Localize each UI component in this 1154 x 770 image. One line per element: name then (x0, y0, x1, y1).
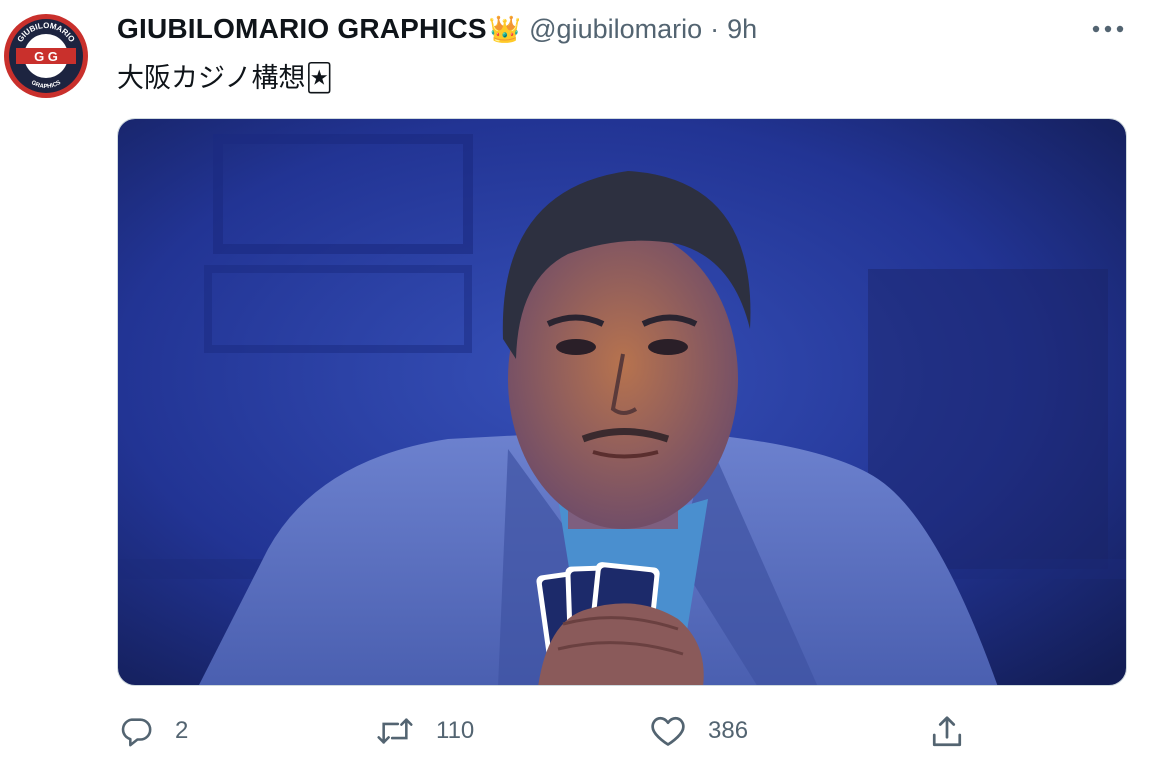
giubilomario-logo: GIUBILOMARIO G G GRAPHICS (2, 12, 90, 100)
tweet-image[interactable] (117, 118, 1127, 686)
user-handle[interactable]: @giubilomario (529, 14, 702, 45)
reply-button[interactable]: 2 (119, 714, 188, 748)
tweet-text: 大阪カジノ構想🃏 (117, 63, 334, 94)
heart-icon (651, 716, 685, 746)
like-button[interactable]: 386 (650, 714, 748, 748)
timestamp[interactable]: 9h (727, 14, 757, 45)
like-count: 386 (708, 717, 749, 744)
poker-player-image (118, 119, 1126, 685)
retweet-button[interactable]: 110 (376, 714, 474, 748)
separator-dot: · (710, 13, 720, 44)
reply-count: 2 (175, 717, 189, 744)
avatar[interactable]: GIUBILOMARIO G G GRAPHICS (2, 12, 90, 100)
tweet-header: GIUBILOMARIO GRAPHICS 👑 @giubilomario · … (117, 12, 1017, 46)
retweet-icon (377, 718, 413, 744)
logo-initials: G G (34, 49, 58, 64)
reply-icon (121, 718, 152, 747)
share-icon (932, 716, 962, 747)
retweet-count: 110 (436, 717, 475, 744)
crown-emoji: 👑 (488, 13, 522, 44)
display-name[interactable]: GIUBILOMARIO GRAPHICS (117, 13, 487, 45)
share-button[interactable] (929, 714, 965, 750)
more-icon[interactable] (1090, 17, 1126, 41)
action-bar: 2 110 386 (0, 706, 1154, 760)
